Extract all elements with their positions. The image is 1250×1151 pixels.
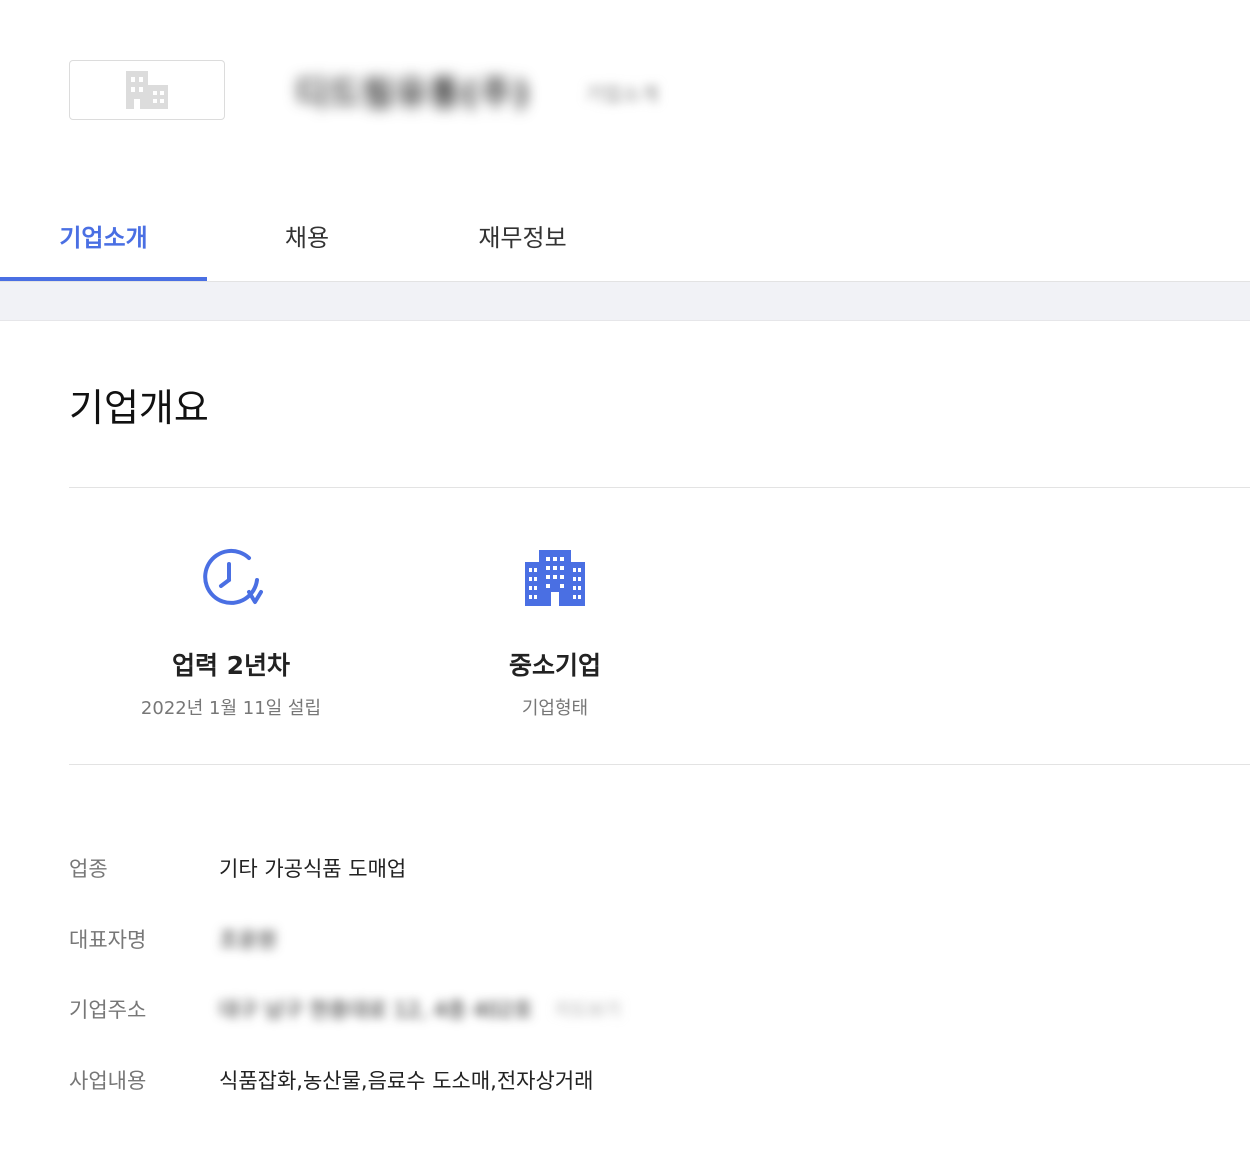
building-icon [525, 550, 585, 606]
company-subtitle: 기업소개 [585, 82, 659, 106]
info-value: 조윤원 [219, 928, 277, 952]
divider-bottom [69, 764, 1250, 765]
clock-icon [203, 548, 263, 605]
tab-bar: 기업소개 채용 재무정보 [0, 190, 1250, 282]
info-row-business: 사업내용 식품잡화,농산물,음료수 도소매,전자상거래 [69, 1060, 593, 1100]
info-row-ceo: 대표자명 조윤원 [69, 919, 277, 959]
company-header: 디드림유통(주) 기업소개 [0, 0, 1250, 190]
stat-caption-founded: 2022년 1월 11일 설립 [140, 698, 322, 719]
info-label: 대표자명 [69, 928, 147, 952]
info-value: 기타 가공식품 도매업 [219, 857, 407, 881]
stat-years-in-business: 업력 2년차 2022년 1월 11일 설립 [111, 546, 351, 720]
divider-top [69, 487, 1250, 488]
info-value: 식품잡화,농산물,음료수 도소매,전자상거래 [219, 1069, 594, 1093]
info-value: 대구 남구 현충대로 12, 4층 402호 [219, 998, 533, 1022]
info-label: 사업내용 [69, 1069, 147, 1093]
stat-value-years: 업력 2년차 [171, 651, 291, 680]
stat-company-type: 중소기업 기업형태 [435, 546, 675, 720]
active-tab-indicator [0, 277, 207, 281]
tab-recruit[interactable]: 채용 [207, 190, 407, 280]
stat-caption-company-type: 기업형태 [521, 698, 589, 719]
company-logo [69, 60, 225, 120]
map-link[interactable]: 지도보기 [554, 996, 620, 1022]
company-name: 디드림유통(주) [296, 74, 531, 114]
info-row-address: 기업주소 대구 남구 현충대로 12, 4층 402호 지도보기 [69, 989, 621, 1029]
stat-value-company-type: 중소기업 [508, 651, 601, 680]
building-placeholder-icon [126, 71, 168, 109]
section-separator-band [0, 282, 1250, 321]
tab-company-intro[interactable]: 기업소개 [0, 190, 207, 280]
info-row-industry: 업종 기타 가공식품 도매업 [69, 848, 406, 888]
info-label: 기업주소 [69, 998, 147, 1022]
section-title: 기업개요 [69, 386, 209, 430]
tab-financial-info[interactable]: 재무정보 [420, 190, 625, 280]
info-label: 업종 [69, 857, 108, 881]
